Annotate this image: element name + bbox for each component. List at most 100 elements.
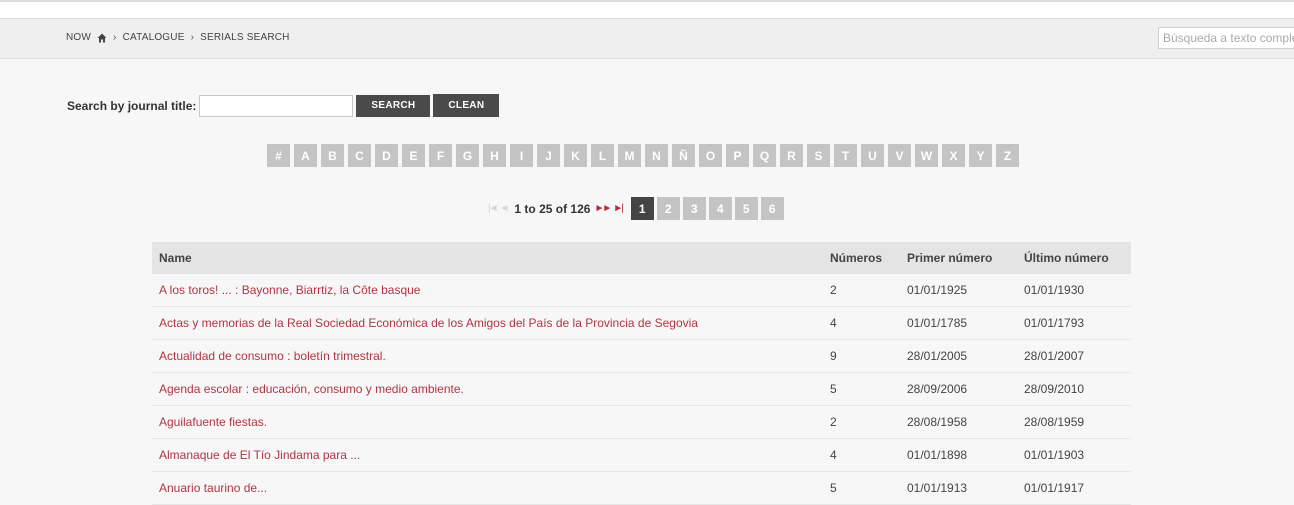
cell-name: A los toros! ... : Bayonne, Biarrtiz, la… (152, 274, 823, 307)
journal-search-label: Search by journal title: (67, 98, 197, 113)
journal-title-input[interactable] (199, 94, 354, 117)
cell-numeros: 4 (823, 306, 900, 340)
table-row: Anuario taurino de... 5 01/01/1913 01/01/19… (152, 471, 1131, 505)
breadcrumb-serials-search: SERIALS SEARCH (200, 32, 290, 43)
clean-button[interactable]: CLEAN (433, 94, 500, 117)
table-row: Actas y memorias de la Real Sociedad Eco… (152, 306, 1131, 340)
cell-numeros: 4 (823, 438, 900, 472)
alphabet-letter[interactable]: H (483, 144, 506, 167)
cell-primer-numero: 01/01/1913 (900, 471, 1017, 505)
breadcrumb-now[interactable]: NOW (66, 32, 91, 43)
page-number[interactable]: 3 (682, 197, 706, 220)
journal-title-link[interactable]: Actualidad de consumo : boletín trimestr… (159, 349, 386, 363)
cell-name: Aguilafuente fiestas. (152, 405, 823, 439)
page-number[interactable]: 2 (656, 197, 680, 220)
cell-name: Almanaque de El Tío Jindama para ... (152, 438, 823, 472)
alphabet-letter[interactable]: N (645, 144, 668, 167)
alphabet-letter[interactable]: U (861, 144, 884, 167)
last-page-icon[interactable]: ►| (613, 203, 623, 214)
alphabet-letter[interactable]: S (807, 144, 830, 167)
cell-primer-numero: 28/01/2005 (900, 339, 1017, 373)
alphabet-letter[interactable]: W (915, 144, 938, 167)
cell-name: Actualidad de consumo : boletín trimestr… (152, 339, 823, 373)
page-numbers: 123456 (630, 197, 787, 220)
journal-title-link[interactable]: Anuario taurino de... (159, 481, 267, 495)
alphabet-letter[interactable]: J (537, 144, 560, 167)
cell-name: Anuario taurino de... (152, 471, 823, 505)
cell-primer-numero: 28/08/1958 (900, 405, 1017, 439)
cell-name: Agenda escolar : educación, consumo y me… (152, 372, 823, 406)
alphabet-letter[interactable]: F (429, 144, 452, 167)
table-row: Actualidad de consumo : boletín trimestr… (152, 339, 1131, 373)
header-primer-numero[interactable]: Primer número (900, 242, 1017, 274)
journal-search-form: Search by journal title: SEARCH CLEAN (67, 94, 502, 117)
journal-title-link[interactable]: Actas y memorias de la Real Sociedad Eco… (159, 316, 698, 330)
page-number-current[interactable]: 1 (630, 197, 654, 220)
alphabet-letter[interactable]: G (456, 144, 479, 167)
alphabet-letter[interactable]: Y (969, 144, 992, 167)
breadcrumb-separator: › (113, 32, 117, 43)
prev-page-icon[interactable]: ◄ (500, 203, 510, 214)
cell-primer-numero: 01/01/1898 (900, 438, 1017, 472)
top-bar (0, 0, 1294, 19)
cell-primer-numero: 28/09/2006 (900, 372, 1017, 406)
journal-title-link[interactable]: A los toros! ... : Bayonne, Biarrtiz, la… (159, 283, 420, 297)
alphabet-letter[interactable]: T (834, 144, 857, 167)
alphabet-letter[interactable]: V (888, 144, 911, 167)
table-row: Aguilafuente fiestas. 2 28/08/1958 28/08/19… (152, 405, 1131, 439)
table-row: Almanaque de El Tío Jindama para ... 4 01/… (152, 438, 1131, 472)
cell-numeros: 5 (823, 471, 900, 505)
cell-numeros: 5 (823, 372, 900, 406)
page-number[interactable]: 4 (708, 197, 732, 220)
cell-ultimo-numero: 01/01/1793 (1017, 306, 1131, 340)
alphabet-letter[interactable]: B (321, 144, 344, 167)
alphabet-letter[interactable]: Z (996, 144, 1019, 167)
table-row: Agenda escolar : educación, consumo y me… (152, 372, 1131, 406)
table-header-row: Name Números Primer número Último número (152, 242, 1131, 274)
breadcrumb-catalogue[interactable]: CATALOGUE (123, 32, 185, 43)
cell-primer-numero: 01/01/1785 (900, 306, 1017, 340)
alphabet-letter[interactable]: M (618, 144, 641, 167)
cell-primer-numero: 01/01/1925 (900, 274, 1017, 307)
alphabet-letter[interactable]: D (375, 144, 398, 167)
cell-ultimo-numero: 28/09/2010 (1017, 372, 1131, 406)
alphabet-letter[interactable]: Q (753, 144, 776, 167)
alphabet-letter[interactable]: # (267, 144, 290, 167)
first-page-icon[interactable]: |◄ (488, 203, 498, 214)
results-range: 1 to 25 of 126 (514, 201, 591, 216)
search-button[interactable]: SEARCH (356, 94, 431, 117)
alphabet-letter[interactable]: O (699, 144, 722, 167)
cell-ultimo-numero: 01/01/1917 (1017, 471, 1131, 505)
alphabet-letter[interactable]: I (510, 144, 533, 167)
page-number[interactable]: 6 (760, 197, 784, 220)
alphabet-letter[interactable]: E (402, 144, 425, 167)
fulltext-search-input[interactable] (1158, 27, 1294, 49)
alphabet-letter[interactable]: A (294, 144, 317, 167)
pagination: |◄ ◄ 1 to 25 of 126 ►► ►| 123456 (488, 197, 787, 220)
cell-ultimo-numero: 01/01/1930 (1017, 274, 1131, 307)
header-numeros[interactable]: Números (823, 242, 900, 274)
cell-ultimo-numero: 28/01/2007 (1017, 339, 1131, 373)
page-number[interactable]: 5 (734, 197, 758, 220)
journal-title-link[interactable]: Aguilafuente fiestas. (159, 415, 267, 429)
journal-title-link[interactable]: Agenda escolar : educación, consumo y me… (159, 382, 464, 396)
cell-numeros: 9 (823, 339, 900, 373)
alphabet-filter: # A B C D E F G H I J K L M N Ñ O P Q R S T U V W X Y Z (267, 144, 1023, 167)
journal-title-link[interactable]: Almanaque de El Tío Jindama para ... (159, 448, 360, 462)
alphabet-letter[interactable]: P (726, 144, 749, 167)
header-ultimo-numero[interactable]: Último número (1017, 242, 1131, 274)
cell-ultimo-numero: 28/08/1959 (1017, 405, 1131, 439)
alphabet-letter[interactable]: C (348, 144, 371, 167)
alphabet-letter[interactable]: K (564, 144, 587, 167)
alphabet-letter[interactable]: L (591, 144, 614, 167)
results-table: Name Números Primer número Último número… (152, 242, 1131, 505)
alphabet-letter[interactable]: R (780, 144, 803, 167)
header-name[interactable]: Name (152, 242, 823, 274)
next-page-icon[interactable]: ►► (594, 203, 612, 214)
cell-ultimo-numero: 01/01/1903 (1017, 438, 1131, 472)
breadcrumb-separator: › (190, 32, 195, 43)
alphabet-letter[interactable]: Ñ (672, 144, 695, 167)
home-icon[interactable] (97, 33, 107, 43)
alphabet-letter[interactable]: X (942, 144, 965, 167)
breadcrumb-bar: NOW › CATALOGUE › SERIALS SEARCH (0, 19, 1294, 59)
